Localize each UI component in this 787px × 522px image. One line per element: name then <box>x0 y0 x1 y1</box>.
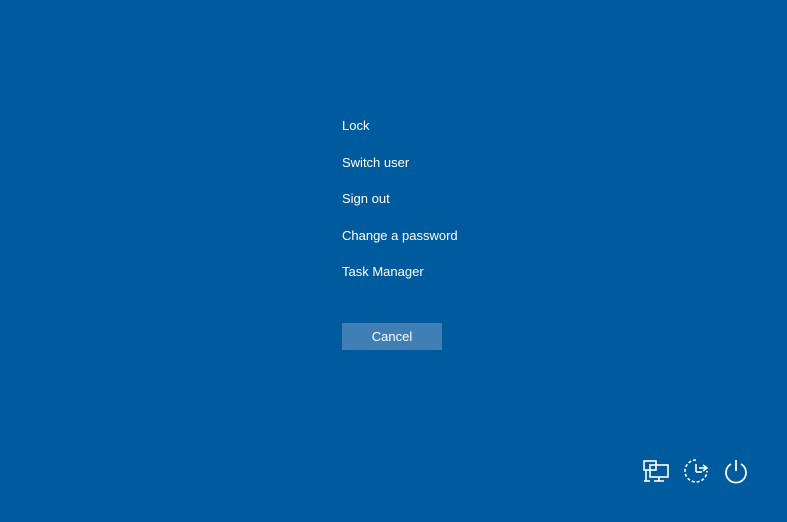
security-options-menu: Lock Switch user Sign out Change a passw… <box>342 116 458 299</box>
sign-out-option[interactable]: Sign out <box>342 189 458 226</box>
system-tray <box>638 456 756 486</box>
task-manager-option[interactable]: Task Manager <box>342 262 458 299</box>
change-password-option[interactable]: Change a password <box>342 226 458 263</box>
cancel-button[interactable]: Cancel <box>342 323 442 350</box>
security-options-screen: Lock Switch user Sign out Change a passw… <box>0 0 787 522</box>
switch-user-option[interactable]: Switch user <box>342 153 458 190</box>
lock-option[interactable]: Lock <box>342 116 458 153</box>
network-icon[interactable] <box>641 456 671 486</box>
power-icon[interactable] <box>721 456 751 486</box>
ease-of-access-icon[interactable] <box>681 456 711 486</box>
